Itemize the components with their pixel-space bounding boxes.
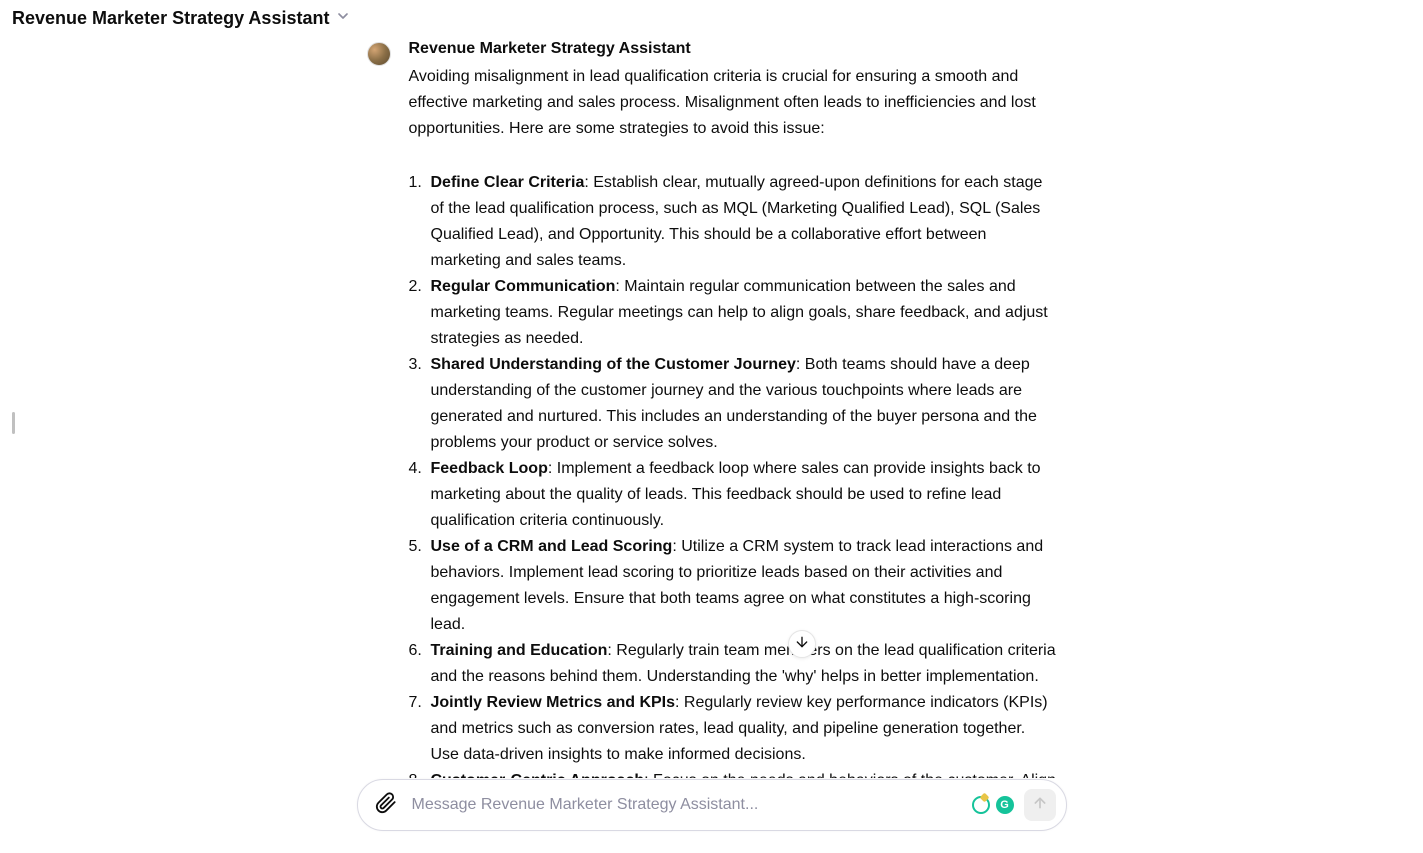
paperclip-icon — [375, 792, 397, 819]
list-item: Use of a CRM and Lead Scoring: Utilize a… — [431, 534, 1057, 638]
assistant-avatar — [367, 42, 391, 66]
page-title: Revenue Marketer Strategy Assistant — [12, 8, 329, 29]
attach-button[interactable] — [372, 791, 400, 819]
list-item: Shared Understanding of the Customer Jou… — [431, 352, 1057, 456]
list-item-title: Customer-Centric Approach — [431, 772, 645, 778]
arrow-down-icon — [794, 634, 810, 655]
grammarly-icon[interactable]: G — [996, 796, 1014, 814]
numbered-list: Define Clear Criteria: Establish clear, … — [431, 170, 1057, 778]
list-item-title: Feedback Loop — [431, 460, 548, 477]
conversation-scroll: Revenue Marketer Strategy Assistant Avoi… — [0, 40, 1423, 778]
assistant-name-label: Revenue Marketer Strategy Assistant — [409, 40, 1057, 58]
list-item: Feedback Loop: Implement a feedback loop… — [431, 456, 1057, 534]
list-item: Define Clear Criteria: Establish clear, … — [431, 170, 1057, 274]
list-item: Regular Communication: Maintain regular … — [431, 274, 1057, 352]
message-input[interactable] — [400, 796, 972, 814]
list-item: Jointly Review Metrics and KPIs: Regular… — [431, 690, 1057, 768]
list-item-title: Jointly Review Metrics and KPIs — [431, 694, 676, 711]
list-item-title: Define Clear Criteria — [431, 174, 585, 191]
scroll-to-bottom-button[interactable] — [788, 630, 816, 658]
model-selector[interactable]: Revenue Marketer Strategy Assistant — [12, 8, 351, 29]
assistant-message: Revenue Marketer Strategy Assistant Avoi… — [367, 40, 1057, 778]
list-item-title: Regular Communication — [431, 278, 616, 295]
list-item: Customer-Centric Approach: Focus on the … — [431, 768, 1057, 778]
list-item-title: Shared Understanding of the Customer Jou… — [431, 356, 796, 373]
arrow-up-icon — [1032, 795, 1048, 816]
list-item-title: Training and Education — [431, 642, 608, 659]
grammarly-premium-icon[interactable] — [972, 796, 990, 814]
list-item-title: Use of a CRM and Lead Scoring — [431, 538, 673, 555]
composer-actions: G — [972, 789, 1056, 821]
list-item: Training and Education: Regularly train … — [431, 638, 1057, 690]
message-body: Revenue Marketer Strategy Assistant Avoi… — [409, 40, 1057, 778]
chevron-down-icon — [335, 8, 351, 29]
send-button[interactable] — [1024, 789, 1056, 821]
composer: G — [357, 779, 1067, 831]
message-intro: Avoiding misalignment in lead qualificat… — [409, 64, 1057, 142]
